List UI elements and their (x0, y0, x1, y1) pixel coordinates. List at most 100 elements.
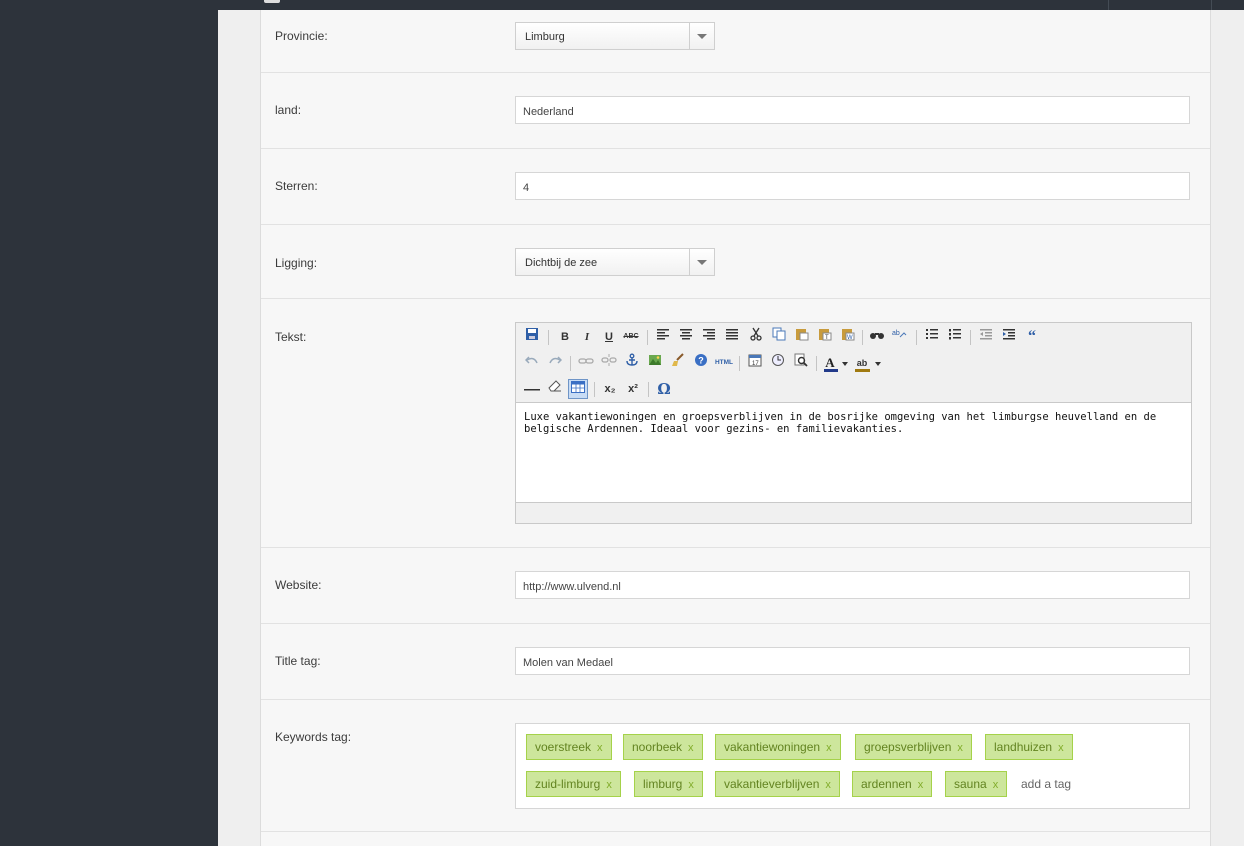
tag-item: voerstreek x (526, 734, 612, 760)
svg-text:T: T (825, 335, 829, 341)
anchor-icon[interactable] (622, 353, 642, 373)
cleanup-icon[interactable] (668, 353, 688, 373)
remove-tag-icon[interactable]: x (1058, 742, 1064, 754)
form-panel: Provincie: Limburg land: Nederland Sterr… (260, 10, 1211, 846)
topbar-divider (1108, 0, 1109, 10)
website-input[interactable]: http://www.ulvend.nl (515, 571, 1190, 599)
remove-tag-icon[interactable]: x (688, 742, 694, 754)
horizontal-rule-icon[interactable] (522, 379, 542, 399)
align-left-icon[interactable] (653, 327, 673, 347)
paste-word-icon[interactable]: W (838, 327, 858, 347)
row-tekst: Tekst: B I U ABC T W ab “ ? HTML 17 A ab… (261, 299, 1210, 548)
undo-icon[interactable] (522, 353, 542, 373)
title-tag-input[interactable]: Molen van Medael (515, 647, 1190, 675)
provincie-value: Limburg (525, 31, 565, 43)
cut-icon[interactable] (746, 327, 766, 347)
blockquote-button[interactable]: “ (1022, 327, 1042, 347)
topbar-divider (1211, 0, 1212, 10)
help-icon[interactable]: ? (691, 353, 711, 373)
subscript-button[interactable]: x₂ (600, 379, 620, 399)
add-tag-input[interactable]: add a tag (1021, 777, 1071, 791)
tekst-label: Tekst: (275, 330, 307, 344)
indent-icon[interactable] (999, 327, 1019, 347)
save-icon[interactable] (522, 327, 542, 347)
insert-date-icon[interactable]: 17 (745, 353, 765, 373)
table-icon[interactable] (568, 379, 588, 399)
eraser-icon[interactable] (545, 379, 565, 399)
paste-text-icon[interactable]: T (815, 327, 835, 347)
remove-tag-icon[interactable]: x (825, 779, 831, 791)
content-area: Provincie: Limburg land: Nederland Sterr… (218, 10, 1244, 846)
remove-tag-icon[interactable]: x (957, 742, 963, 754)
sterren-label: Sterren: (275, 179, 318, 193)
tag-item: landhuizen x (985, 734, 1073, 760)
row-ligging: Ligging: Dichtbij de zee (261, 225, 1210, 299)
link-icon[interactable] (576, 353, 596, 373)
keywords-tag-input[interactable]: voerstreek x noorbeek x vakantiewoningen x … (515, 723, 1190, 809)
clock-icon[interactable] (768, 353, 788, 373)
image-icon[interactable] (645, 353, 665, 373)
align-center-icon[interactable] (676, 327, 696, 347)
row-website: Website: http://www.ulvend.nl (261, 548, 1210, 624)
chevron-down-icon[interactable] (689, 249, 714, 275)
remove-tag-icon[interactable]: x (993, 779, 999, 791)
sterren-input[interactable]: 4 (515, 172, 1190, 200)
html-button[interactable]: HTML (714, 353, 734, 373)
superscript-button[interactable]: x² (623, 379, 643, 399)
tag-item: ardennen x (852, 771, 933, 797)
bold-button[interactable]: B (555, 327, 575, 347)
row-provincie: Provincie: Limburg (261, 10, 1210, 73)
editor-toolbar-row-3: x₂ x² Ω (520, 379, 1180, 401)
editor-content[interactable]: Luxe vakantiewoningen en groepsverblijve… (516, 402, 1191, 503)
row-title-tag: Title tag: Molen van Medael (261, 624, 1210, 700)
ligging-label: Ligging: (275, 256, 318, 270)
redo-icon[interactable] (545, 353, 565, 373)
numbered-list-icon[interactable] (945, 327, 965, 347)
copy-icon[interactable] (769, 327, 789, 347)
remove-tag-icon[interactable]: x (826, 742, 832, 754)
align-justify-icon[interactable] (722, 327, 742, 347)
remove-tag-icon[interactable]: x (606, 779, 612, 791)
editor-toolbar-row-1: B I U ABC T W ab “ (520, 327, 1180, 349)
find-icon[interactable] (867, 327, 887, 347)
paste-icon[interactable] (792, 327, 812, 347)
remove-tag-icon[interactable]: x (597, 742, 603, 754)
replace-icon[interactable]: ab (890, 327, 910, 347)
tag-item: noorbeek x (623, 734, 703, 760)
keywords-tag-label: Keywords tag: (275, 730, 352, 744)
highlight-color-button[interactable]: ab (853, 353, 871, 373)
row-keywords-tag: Keywords tag: voerstreek x noorbeek x vaka… (261, 700, 1210, 832)
remove-tag-icon[interactable]: x (918, 779, 924, 791)
svg-text:W: W (847, 335, 853, 341)
chevron-down-icon[interactable] (689, 23, 714, 49)
chevron-down-icon[interactable] (841, 353, 849, 373)
unlink-icon[interactable] (599, 353, 619, 373)
remove-tag-icon[interactable]: x (688, 779, 694, 791)
tag-item: groepsverblijven x (855, 734, 972, 760)
rich-text-editor: B I U ABC T W ab “ ? HTML 17 A ab x₂ x² … (515, 322, 1192, 524)
special-character-button[interactable]: Ω (654, 379, 674, 399)
tag-item: zuid-limburg x (526, 771, 621, 797)
row-sterren: Sterren: 4 (261, 149, 1210, 225)
tag-item: sauna x (945, 771, 1008, 797)
tag-item: vakantiewoningen x (715, 734, 841, 760)
italic-button[interactable]: I (577, 327, 597, 347)
preview-icon[interactable] (791, 353, 811, 373)
chevron-down-icon[interactable] (874, 353, 882, 373)
land-input[interactable]: Nederland (515, 96, 1190, 124)
menu-icon[interactable] (264, 0, 280, 3)
sidebar (0, 0, 218, 846)
ligging-value: Dichtbij de zee (525, 257, 598, 269)
align-right-icon[interactable] (699, 327, 719, 347)
strikethrough-button[interactable]: ABC (621, 327, 641, 347)
font-color-button[interactable]: A (822, 353, 838, 373)
provincie-select[interactable]: Limburg (515, 22, 715, 50)
svg-text:17: 17 (752, 361, 759, 367)
tag-item: limburg x (634, 771, 703, 797)
underline-button[interactable]: U (599, 327, 619, 347)
ligging-select[interactable]: Dichtbij de zee (515, 248, 715, 276)
title-tag-label: Title tag: (275, 654, 321, 668)
bullet-list-icon[interactable] (922, 327, 942, 347)
outdent-icon[interactable] (976, 327, 996, 347)
tag-item: vakantieverblijven x (715, 771, 840, 797)
